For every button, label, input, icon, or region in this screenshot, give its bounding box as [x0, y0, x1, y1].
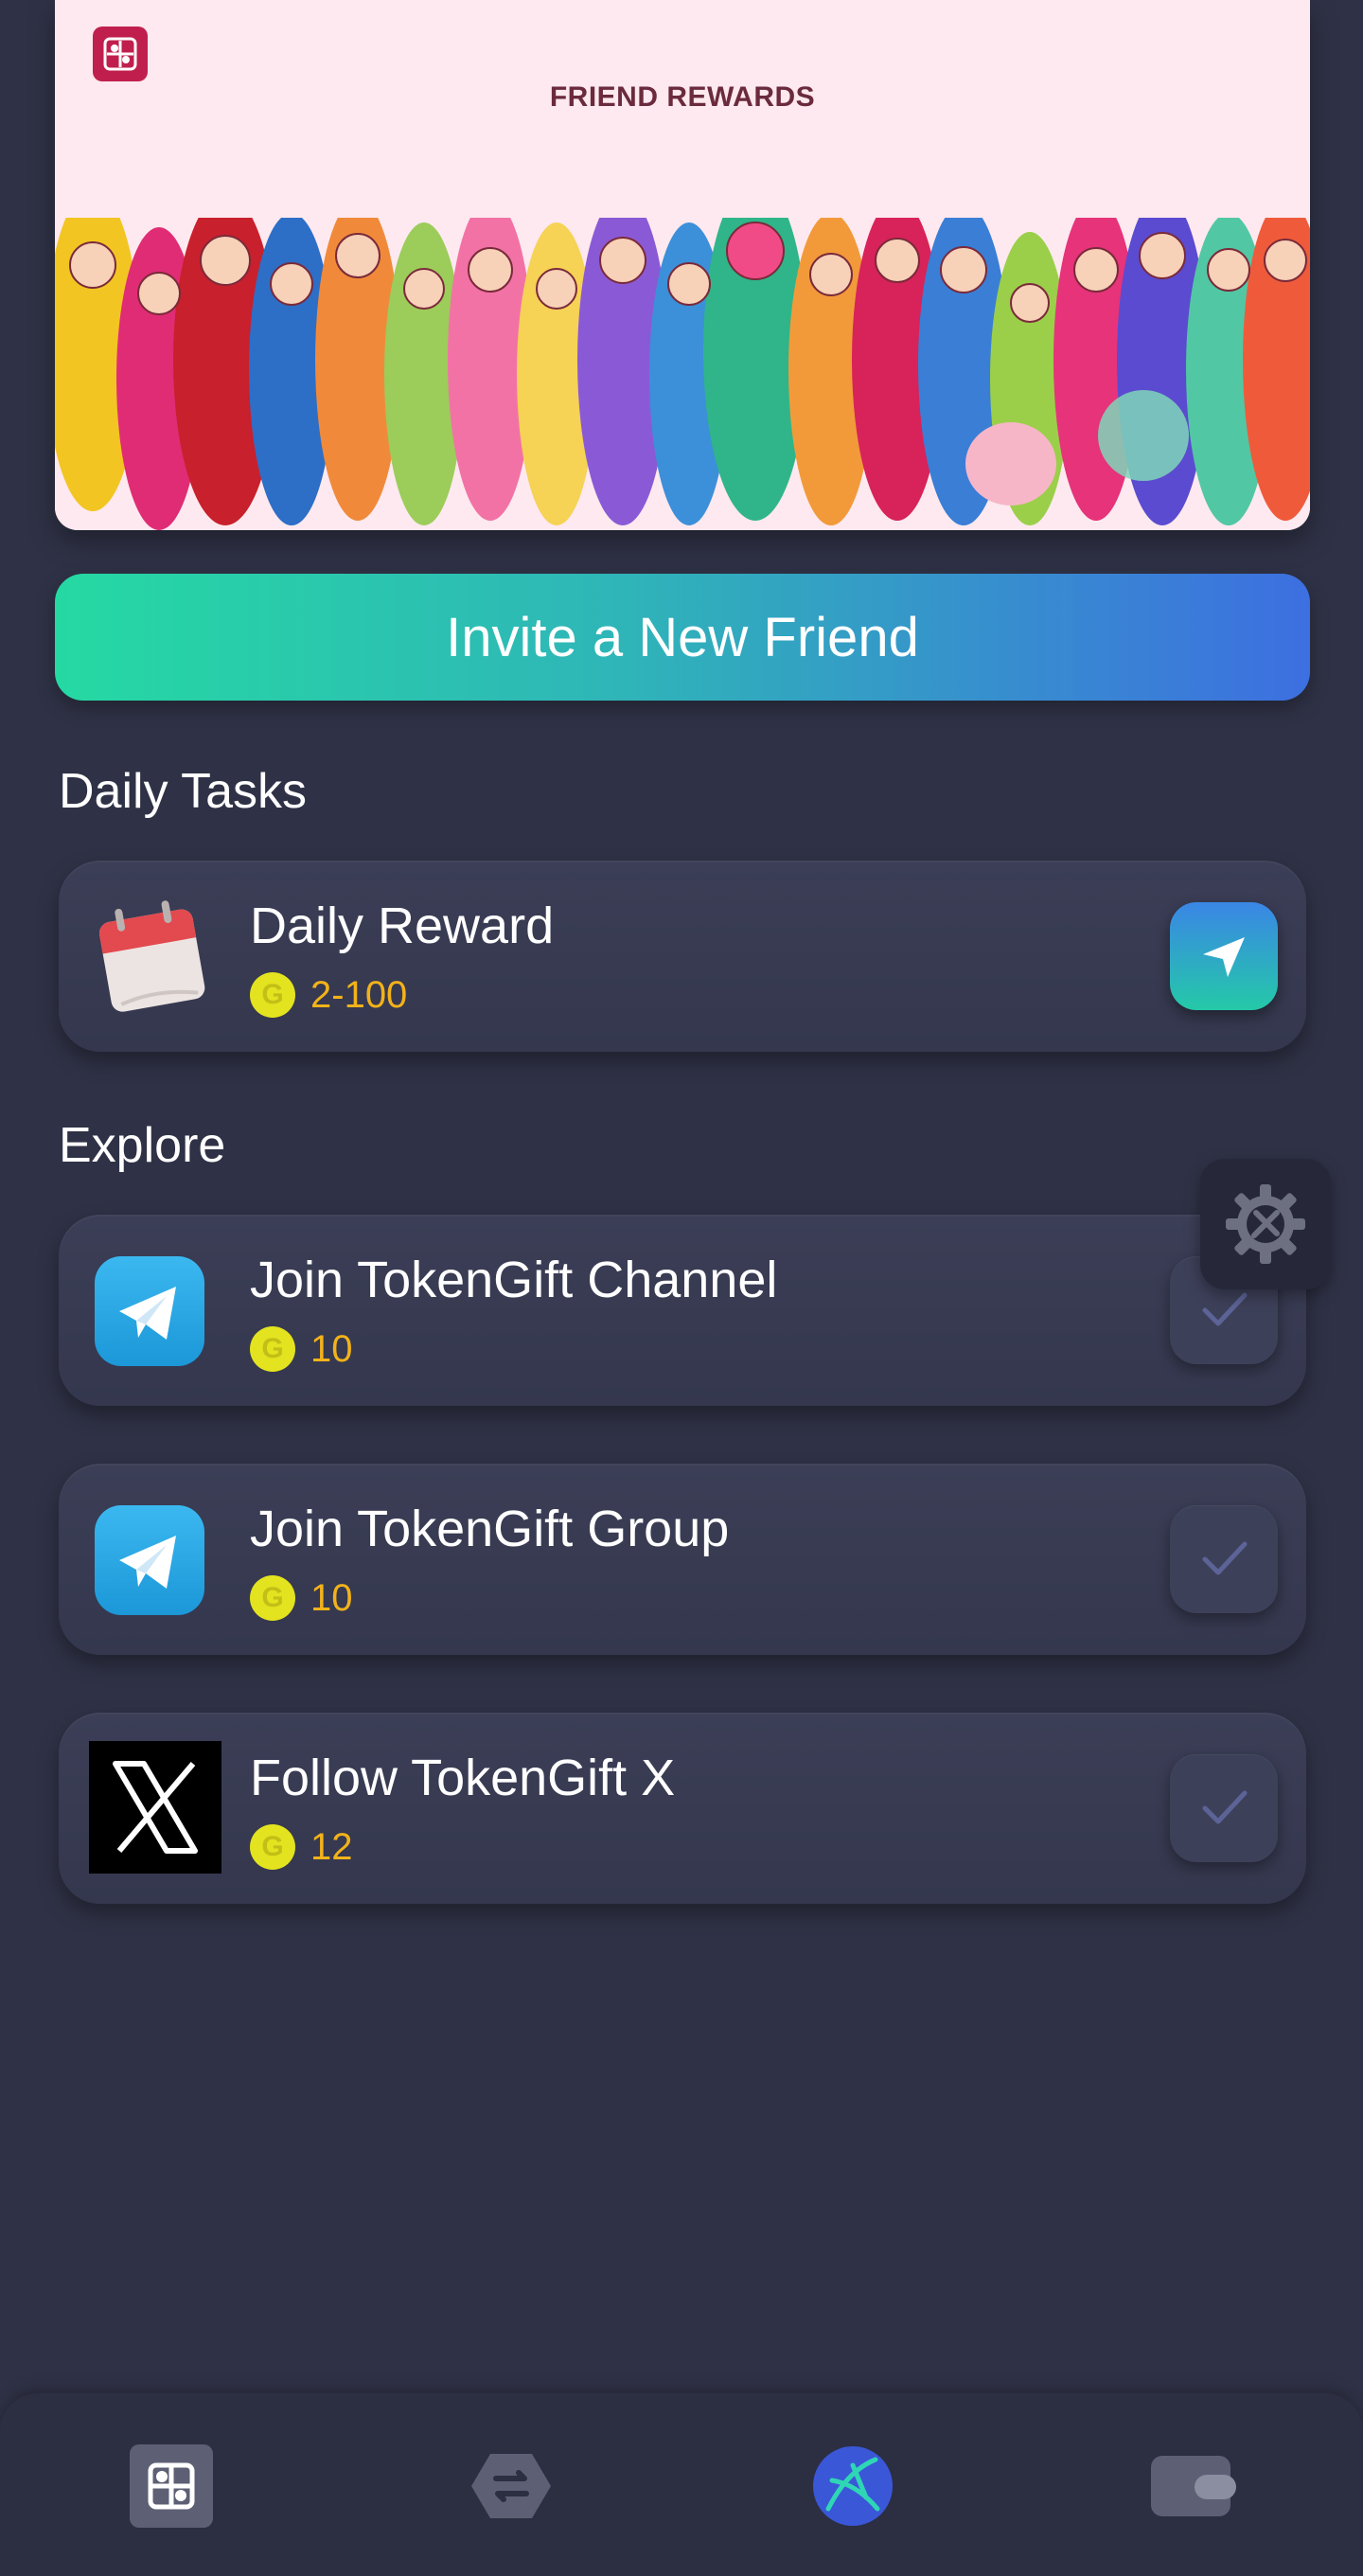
task-card-join-group[interactable]: Join TokenGift Group G 10	[59, 1464, 1306, 1655]
swap-icon	[471, 2454, 551, 2518]
task-card-daily-reward[interactable]: Daily Reward G 2-100	[59, 861, 1306, 1052]
telegram-icon	[87, 1498, 212, 1623]
check-button[interactable]	[1170, 1505, 1278, 1613]
gear-icon	[1226, 1184, 1305, 1264]
task-reward: G 10	[250, 1326, 353, 1372]
task-card-follow-x[interactable]: Follow TokenGift X G 12	[59, 1713, 1306, 1904]
coin-icon: G	[250, 1824, 295, 1870]
reward-amount: 10	[310, 1327, 353, 1370]
reward-amount: 12	[310, 1825, 353, 1868]
home-logo-icon	[130, 2444, 213, 2528]
send-arrow-icon	[1203, 937, 1245, 977]
nav-home[interactable]	[126, 2441, 217, 2532]
telegram-icon	[87, 1249, 212, 1374]
settings-tools-button[interactable]	[1200, 1159, 1331, 1289]
task-reward: G 2-100	[250, 972, 407, 1018]
task-title: Follow TokenGift X	[250, 1750, 676, 1806]
task-reward: G 10	[250, 1575, 353, 1621]
crowd-illustration	[55, 218, 1310, 530]
task-title: Join TokenGift Channel	[250, 1252, 778, 1308]
checkmark-icon	[1202, 1292, 1248, 1326]
coin-icon: G	[250, 1326, 295, 1372]
checkmark-icon	[1202, 1790, 1248, 1824]
nav-swap[interactable]	[466, 2441, 557, 2532]
task-title: Join TokenGift Group	[250, 1501, 730, 1557]
nav-explore[interactable]	[807, 2441, 898, 2532]
task-title: Daily Reward	[250, 897, 555, 954]
invite-friend-button[interactable]: Invite a New Friend	[55, 574, 1310, 701]
checkmark-icon	[1202, 1541, 1248, 1575]
app-logo-icon	[93, 27, 148, 81]
task-reward: G 12	[250, 1824, 353, 1870]
task-card-join-channel[interactable]: Join TokenGift Channel G 10	[59, 1215, 1306, 1406]
banner-title: FRIEND REWARDS	[549, 81, 816, 113]
bottom-navigation	[0, 2393, 1363, 2576]
reward-amount: 10	[310, 1576, 353, 1619]
friend-rewards-banner: FRIEND REWARDS	[55, 0, 1310, 530]
go-button[interactable]	[1170, 902, 1278, 1010]
calendar-icon	[87, 895, 212, 1020]
x-logo-icon	[89, 1741, 221, 1874]
nav-wallet[interactable]	[1147, 2441, 1238, 2532]
check-button[interactable]	[1170, 1754, 1278, 1862]
tasks-page: FRIEND REWARDS Invite a New Friend Daily…	[0, 0, 1363, 2576]
explore-heading: Explore	[59, 1118, 226, 1173]
coin-icon: G	[250, 1575, 295, 1621]
coin-icon: G	[250, 972, 295, 1018]
wallet-icon	[1151, 2456, 1236, 2516]
explore-icon	[813, 2446, 893, 2526]
daily-tasks-heading: Daily Tasks	[59, 764, 308, 819]
reward-amount: 2-100	[310, 973, 408, 1016]
